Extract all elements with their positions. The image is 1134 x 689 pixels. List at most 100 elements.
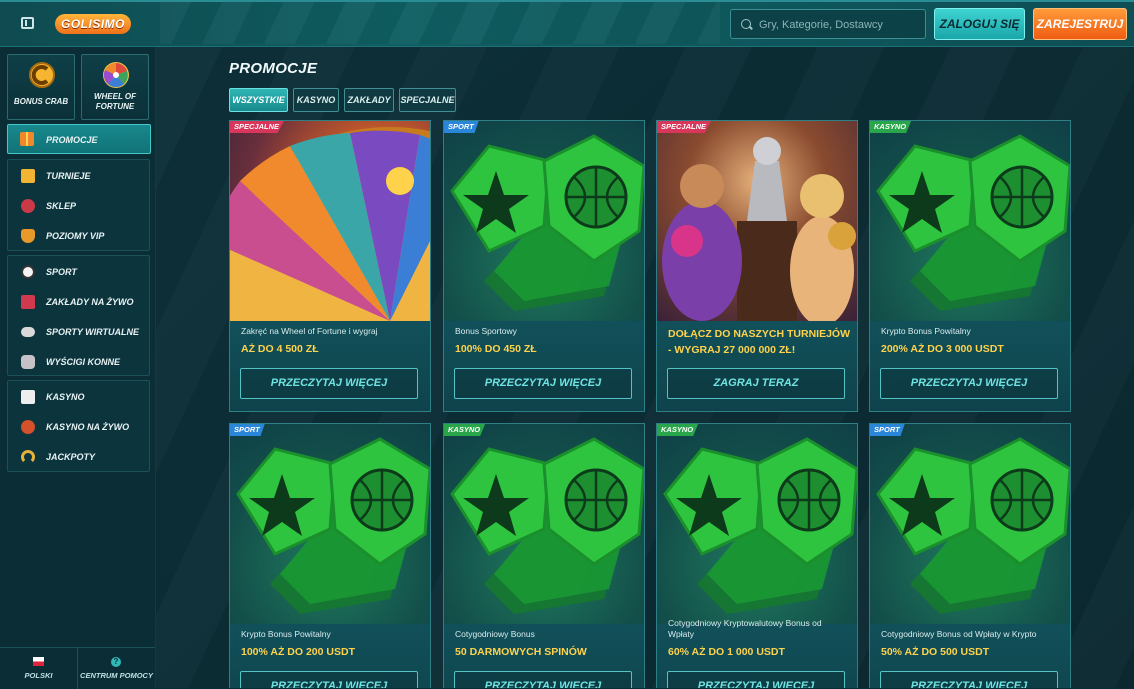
promotion-card[interactable]: SPECJALNE Zakręć na Wheel of Fortune i wy… (229, 120, 431, 412)
sidebar-item-label: JACKPOTY (46, 452, 96, 462)
filter-all[interactable]: WSZYSTKIE (229, 88, 288, 112)
promotion-amount: 60% AŻ DO 1 000 USDT (668, 646, 785, 658)
promotion-info: Cotygodniowy Kryptowalutowy Bonus od Wpł… (657, 618, 857, 688)
bonus-crab-label: BONUS CRAB (13, 97, 69, 106)
promotion-amount: DOŁĄCZ DO NASZYCH TURNIEJÓW - WYGRAJ 27 … (668, 328, 850, 356)
promotion-amount: 100% AŻ DO 200 USDT (241, 646, 355, 658)
main-content: PROMOCJE WSZYSTKIE KASYNO ZAKŁADY SPECJA… (156, 47, 1134, 688)
promotion-card[interactable]: KASYNO Krypto Bonus Powitalny 200% AŻ DO 3… (869, 120, 1071, 412)
promotion-subtitle: Cotygodniowy Bonus (455, 629, 535, 639)
weekly-crypto-bonus-art (657, 424, 857, 624)
register-button[interactable]: ZAREJESTRUJ (1033, 8, 1127, 40)
page-title: PROMOCJE (229, 60, 318, 77)
sports-bonus-art (444, 121, 644, 321)
sidebar-item-label: SKLEP (46, 201, 77, 211)
sidebar-item-casino[interactable]: KASYNO (8, 382, 149, 412)
category-badge: SPORT (230, 424, 265, 436)
sidebar-item-virtual-sports[interactable]: SPORTY WIRTUALNE (8, 317, 149, 347)
sidebar-item-promotions[interactable]: PROMOCJE (7, 124, 151, 154)
sidebar-item-label: KASYNO NA ŻYWO (46, 422, 130, 432)
promotion-card[interactable]: SPORT Cotygodniowy Bonus od Wpłaty w Kryp… (869, 423, 1071, 688)
read-more-button[interactable]: PRZECZYTAJ WIĘCEJ (880, 368, 1058, 399)
promotion-subtitle: Krypto Bonus Powitalny (241, 629, 331, 639)
bonus-crab-tile[interactable]: BONUS CRAB (7, 54, 75, 120)
sidebar-item-jackpots[interactable]: JACKPOTY (8, 442, 149, 472)
read-more-button[interactable]: PRZECZYTAJ WIĘCEJ (454, 671, 632, 688)
promotion-card[interactable]: SPORT Krypto Bonus Powitalny 100% AŻ DO 20… (229, 423, 431, 688)
sidebar-item-live-betting[interactable]: ZAKŁADY NA ŻYWO (8, 287, 149, 317)
read-more-button[interactable]: PRZECZYTAJ WIĘCEJ (240, 671, 418, 688)
promotion-subtitle: Krypto Bonus Powitalny (881, 326, 971, 336)
sidebar-item-label: ZAKŁADY NA ŻYWO (46, 297, 134, 307)
promotion-card[interactable]: KASYNO Cotygodniowy Bonus 50 DARMOWYCH SPI… (443, 423, 645, 688)
gamepad-icon (21, 327, 35, 337)
category-badge: SPECJALNE (657, 121, 712, 133)
help-center-link[interactable]: ? CENTRUM POMOCY (78, 648, 155, 689)
login-button[interactable]: ZALOGUJ SIĘ (934, 8, 1025, 40)
sidebar-toggle-icon[interactable] (21, 17, 34, 29)
category-badge: SPORT (444, 121, 479, 133)
promotion-subtitle: Cotygodniowy Bonus od Wpłaty w Krypto (881, 629, 1037, 639)
sidebar-item-tournaments[interactable]: TURNIEJE (8, 161, 149, 191)
promotion-info: Krypto Bonus Powitalny 200% AŻ DO 3 000 U… (870, 321, 1070, 411)
promotion-card[interactable]: SPECJALNE DOŁĄCZ DO NASZYCH TURNIEJÓW - W… (656, 120, 858, 412)
filter-betting[interactable]: ZAKŁADY (344, 88, 394, 112)
horse-icon (21, 355, 35, 369)
sidebar-group-sport: SPORT ZAKŁADY NA ŻYWO SPORTY WIRTUALNE W… (7, 255, 150, 376)
category-badge: KASYNO (870, 121, 912, 133)
read-more-button[interactable]: PRZECZYTAJ WIĘCEJ (667, 671, 845, 688)
promotion-subtitle: Bonus Sportowy (455, 326, 517, 336)
promotion-info: Krypto Bonus Powitalny 100% AŻ DO 200 USD… (230, 624, 430, 688)
read-more-button[interactable]: PRZECZYTAJ WIĘCEJ (880, 671, 1058, 688)
search-box[interactable] (730, 9, 926, 40)
sidebar-group-extras: TURNIEJE SKLEP POZIOMY VIP (7, 159, 150, 251)
promotion-info: Zakręć na Wheel of Fortune i wygraj AŻ DO… (230, 321, 430, 411)
poland-flag-icon (33, 657, 44, 666)
sidebar-item-vip[interactable]: POZIOMY VIP (8, 221, 149, 251)
sidebar-item-horse-racing[interactable]: WYŚCIGI KONNE (8, 347, 149, 377)
search-icon (741, 19, 751, 29)
vip-shield-icon (21, 229, 35, 243)
read-more-button[interactable]: PRZECZYTAJ WIĘCEJ (240, 368, 418, 399)
soccer-ball-icon (21, 265, 35, 279)
sidebar-item-label: TURNIEJE (46, 171, 91, 181)
category-badge: KASYNO (444, 424, 486, 436)
shop-icon (21, 199, 35, 213)
language-selector[interactable]: POLSKI (0, 648, 78, 689)
help-icon: ? (111, 657, 121, 667)
promotion-subtitle: Cotygodniowy Kryptowalutowy Bonus od Wpł… (668, 618, 822, 639)
read-more-button[interactable]: PRZECZYTAJ WIĘCEJ (454, 368, 632, 399)
crypto-bonus-art (230, 424, 430, 624)
play-now-button[interactable]: ZAGRAJ TERAZ (667, 368, 845, 399)
sidebar-group-casino: KASYNO KASYNO NA ŻYWO JACKPOTY (7, 380, 150, 472)
filter-special[interactable]: SPECJALNE (399, 88, 456, 112)
sidebar-item-label: KASYNO (46, 392, 85, 402)
sidebar-item-label: SPORT (46, 267, 77, 277)
filter-casino[interactable]: KASYNO (293, 88, 339, 112)
promotion-amount: 50 DARMOWYCH SPINÓW (455, 646, 587, 658)
promotion-info: Bonus Sportowy 100% DO 450 ZŁ PRZECZYTAJ W… (444, 321, 644, 411)
sidebar-item-sport[interactable]: SPORT (8, 257, 149, 287)
promotion-amount: 50% AŻ DO 500 USDT (881, 646, 990, 658)
search-input[interactable] (757, 10, 926, 40)
weekly-bonus-art (444, 424, 644, 624)
trophy-icon (21, 169, 35, 183)
promotion-amount: AŻ DO 4 500 ZŁ (241, 343, 319, 355)
logo[interactable]: GOLISIMO (55, 14, 131, 34)
wheel-of-fortune-art (230, 121, 430, 411)
wheel-of-fortune-tile[interactable]: WHEEL OF FORTUNE (81, 54, 149, 120)
promotion-card[interactable]: KASYNO Cotygodniowy Kryptowalutowy Bonus … (656, 423, 858, 688)
sidebar-item-label: WYŚCIGI KONNE (46, 357, 121, 367)
sidebar-item-shop[interactable]: SKLEP (8, 191, 149, 221)
sidebar-footer: POLSKI ? CENTRUM POMOCY (0, 647, 155, 689)
language-label: POLSKI (24, 671, 53, 680)
roulette-icon (21, 420, 35, 434)
category-badge: KASYNO (657, 424, 699, 436)
gift-icon (20, 132, 34, 146)
dice-icon (21, 390, 35, 404)
promotion-card[interactable]: SPORT Bonus Sportowy 100% DO 450 ZŁ PRZECZY… (443, 120, 645, 412)
promotion-info: Cotygodniowy Bonus od Wpłaty w Krypto 50%… (870, 624, 1070, 688)
sidebar-item-live-casino[interactable]: KASYNO NA ŻYWO (8, 412, 149, 442)
weekly-crypto-bonus-art (870, 424, 1070, 624)
promotion-info: Cotygodniowy Bonus 50 DARMOWYCH SPINÓW PRZ… (444, 624, 644, 688)
